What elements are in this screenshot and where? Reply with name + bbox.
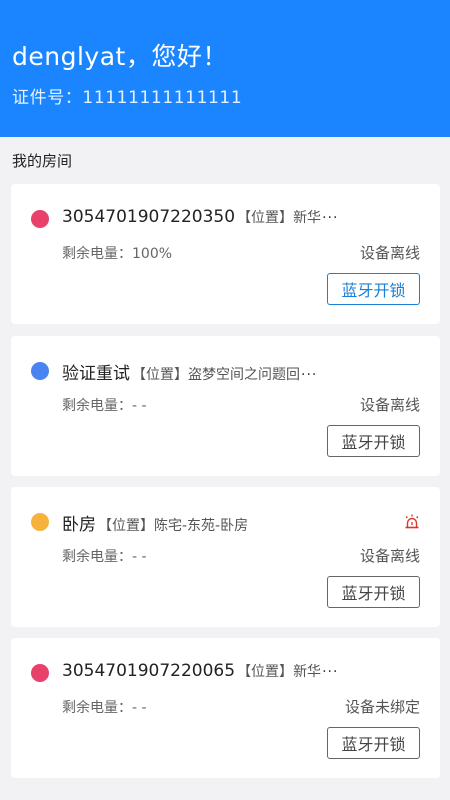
room-card[interactable]: 3054701907220065 【位置】 新华 ··· 剩余电量：- - 设备… bbox=[11, 638, 440, 778]
room-location: 新华 bbox=[293, 210, 322, 226]
bluetooth-unlock-button[interactable]: 蓝牙开锁 bbox=[327, 576, 420, 608]
location-tag: 【位置】 bbox=[237, 210, 294, 226]
room-card[interactable]: 验证重试 【位置】 盗梦空间之问题回 ··· 剩余电量：- - 设备离线 蓝牙开… bbox=[11, 336, 440, 476]
battery-level: 剩余电量：- - bbox=[62, 546, 147, 566]
id-label: 证件号： bbox=[12, 88, 83, 108]
battery-label: 剩余电量： bbox=[62, 700, 132, 716]
room-color-dot bbox=[31, 513, 49, 531]
room-location: 陈宅-东苑-卧房 bbox=[154, 518, 249, 534]
device-status: 设备未绑定 bbox=[344, 698, 420, 716]
battery-level: 剩余电量：- - bbox=[62, 697, 147, 717]
bluetooth-unlock-button[interactable]: 蓝牙开锁 bbox=[327, 273, 420, 305]
id-number-line: 证件号：11111111111111 bbox=[12, 86, 438, 110]
ellipsis: ··· bbox=[301, 367, 318, 383]
room-name: 卧房 bbox=[62, 515, 96, 535]
id-value: 11111111111111 bbox=[82, 88, 243, 108]
device-status: 设备离线 bbox=[359, 244, 420, 262]
bluetooth-unlock-button[interactable]: 蓝牙开锁 bbox=[327, 727, 420, 759]
room-name: 3054701907220065 bbox=[62, 661, 236, 681]
device-status: 设备离线 bbox=[359, 547, 420, 565]
room-title-row: 3054701907220065 【位置】 新华 ··· bbox=[62, 661, 420, 681]
battery-value: 100% bbox=[132, 246, 173, 262]
room-color-dot bbox=[31, 362, 49, 380]
room-card[interactable]: 3054701907220350 【位置】 新华 ··· 剩余电量：100% 设… bbox=[11, 184, 440, 324]
bluetooth-unlock-button[interactable]: 蓝牙开锁 bbox=[327, 425, 420, 457]
location-tag: 【位置】 bbox=[98, 518, 154, 534]
battery-value: - - bbox=[132, 549, 147, 565]
room-location: 新华 bbox=[293, 664, 322, 680]
greeting-text: denglyat，您好！ bbox=[12, 42, 228, 71]
my-rooms-title: 我的房间 bbox=[12, 152, 73, 170]
room-location: 盗梦空间之问题回 bbox=[188, 367, 300, 383]
ellipsis: ··· bbox=[322, 664, 339, 680]
battery-value: - - bbox=[132, 398, 147, 414]
room-name: 验证重试 bbox=[62, 364, 130, 384]
battery-level: 剩余电量：- - bbox=[62, 395, 147, 415]
room-title-row: 验证重试 【位置】 盗梦空间之问题回 ··· bbox=[62, 359, 420, 384]
battery-level: 剩余电量：100% bbox=[62, 243, 172, 263]
battery-value: - - bbox=[132, 700, 147, 716]
room-title-row: 3054701907220350 【位置】 新华 ··· bbox=[62, 207, 420, 227]
location-tag: 【位置】 bbox=[132, 367, 188, 383]
room-color-dot bbox=[31, 210, 49, 228]
room-card[interactable]: 卧房 【位置】 陈宅-东苑-卧房 剩余电量：- - 设备离线 蓝牙开锁 bbox=[11, 487, 440, 627]
battery-label: 剩余电量： bbox=[62, 246, 132, 262]
battery-label: 剩余电量： bbox=[62, 398, 132, 414]
room-color-dot bbox=[31, 664, 49, 682]
room-title-row: 卧房 【位置】 陈宅-东苑-卧房 bbox=[62, 510, 392, 535]
device-status: 设备离线 bbox=[359, 396, 420, 414]
profile-header: denglyat，您好！ 证件号：11111111111111 bbox=[0, 0, 450, 137]
alarm-icon[interactable] bbox=[404, 514, 420, 530]
battery-label: 剩余电量： bbox=[62, 549, 132, 565]
ellipsis: ··· bbox=[322, 210, 339, 226]
room-name: 3054701907220350 bbox=[62, 207, 236, 227]
location-tag: 【位置】 bbox=[237, 664, 294, 680]
